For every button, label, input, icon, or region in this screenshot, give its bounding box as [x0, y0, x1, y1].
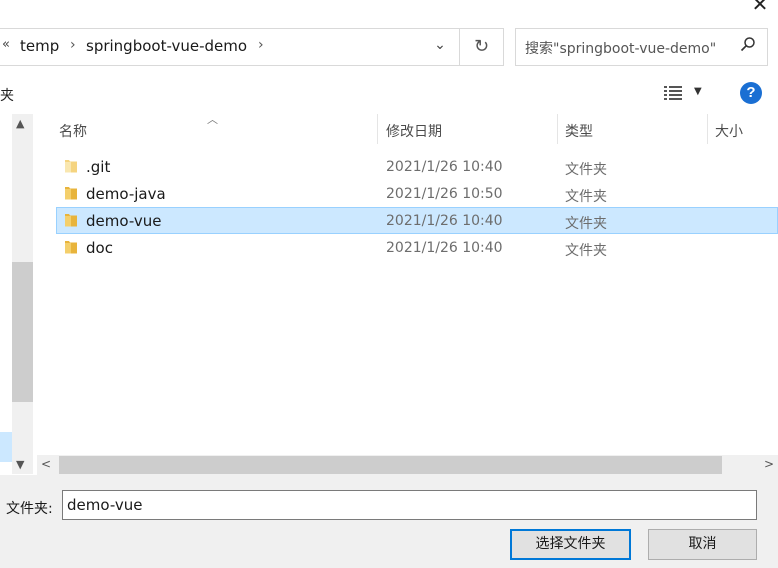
search-icon[interactable]: [740, 36, 756, 56]
scroll-up-icon[interactable]: ▲: [16, 117, 24, 130]
help-icon[interactable]: ?: [740, 82, 762, 104]
file-type: 文件夹: [565, 216, 607, 232]
column-header-type-label: 类型: [565, 124, 593, 140]
view-options-icon[interactable]: [664, 86, 682, 100]
new-folder-button-partial[interactable]: 夹: [0, 85, 14, 105]
column-header-size-label: 大小: [715, 124, 743, 140]
refresh-icon: ↻: [473, 36, 490, 57]
sort-ascending-icon: ︿: [207, 113, 218, 126]
file-type: 文件夹: [565, 189, 607, 205]
file-name: doc: [86, 239, 113, 257]
breadcrumb-item-springboot-vue-demo[interactable]: springboot-vue-demo: [86, 37, 247, 55]
view-dropdown-icon[interactable]: ▼: [694, 86, 702, 97]
folder-icon: [64, 212, 78, 228]
file-modified-date: 2021/1/26 10:50: [386, 186, 503, 202]
cancel-button[interactable]: 取消: [648, 529, 757, 560]
breadcrumb-separator-icon[interactable]: ›: [258, 37, 264, 53]
column-header-date-label: 修改日期: [386, 124, 442, 140]
address-history-dropdown-icon[interactable]: ⌄: [430, 37, 450, 53]
search-placeholder: 搜索"springboot-vue-demo": [525, 41, 717, 57]
file-type: 文件夹: [565, 243, 607, 259]
breadcrumb-item-temp[interactable]: temp: [20, 37, 59, 55]
file-name: demo-vue: [86, 212, 162, 230]
scroll-right-icon[interactable]: >: [764, 457, 774, 471]
column-header-name-label: 名称: [59, 124, 87, 140]
folder-name-label: 文件夹:: [6, 501, 53, 517]
folder-icon: [64, 185, 78, 201]
close-icon[interactable]: ✕: [748, 0, 772, 14]
file-type: 文件夹: [565, 162, 607, 178]
nav-pane-scroll-thumb[interactable]: [12, 262, 33, 402]
scroll-left-icon[interactable]: <: [41, 457, 51, 471]
file-name: .git: [86, 158, 111, 176]
folder-icon: [64, 158, 78, 174]
file-modified-date: 2021/1/26 10:40: [386, 240, 503, 256]
folder-name-input[interactable]: [62, 490, 757, 520]
select-folder-button[interactable]: 选择文件夹: [510, 529, 631, 560]
nav-pane-selected-item[interactable]: [0, 432, 12, 462]
breadcrumb-separator-icon[interactable]: ›: [70, 37, 76, 53]
toolbar: [0, 74, 778, 114]
folder-icon: [64, 239, 78, 255]
scroll-down-icon[interactable]: ▼: [16, 458, 24, 471]
horizontal-scroll-thumb[interactable]: [59, 456, 722, 474]
file-modified-date: 2021/1/26 10:40: [386, 159, 503, 175]
file-name: demo-java: [86, 185, 166, 203]
breadcrumb-overflow-icon[interactable]: «: [2, 37, 10, 52]
file-modified-date: 2021/1/26 10:40: [386, 213, 503, 229]
refresh-button[interactable]: ↻: [460, 28, 504, 66]
